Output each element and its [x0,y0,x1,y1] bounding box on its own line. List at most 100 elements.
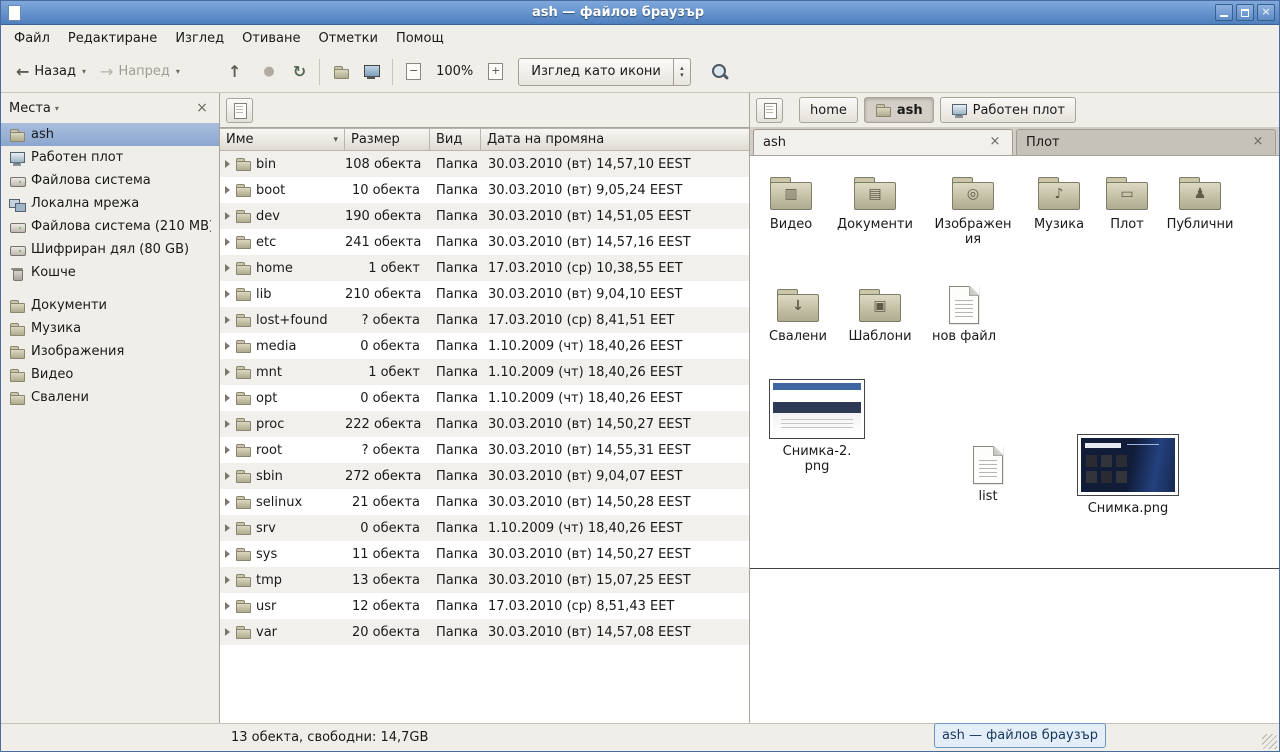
up-button[interactable]: ↑ [221,59,248,85]
file-item[interactable]: Плот [1087,174,1167,232]
table-row[interactable]: tmp13 обектаПапка30.03.2010 (вт) 15,07,2… [220,567,749,593]
computer-button[interactable] [356,59,386,85]
sidebar-item[interactable]: Изображения [1,340,219,363]
column-header[interactable]: Име▾ [220,128,345,151]
table-row[interactable]: dev190 обектаПапка30.03.2010 (вт) 14,51,… [220,203,749,229]
expander-icon[interactable] [225,160,230,168]
forward-dropdown-icon[interactable]: ▾ [176,67,180,76]
expander-icon[interactable] [225,264,230,272]
expander-icon[interactable] [225,368,230,376]
sidebar-close-icon[interactable]: × [193,100,211,116]
expander-icon[interactable] [225,576,230,584]
table-row[interactable]: mnt1 обектПапка1.10.2009 (чт) 18,40,26 E… [220,359,749,385]
sidebar-dropdown-icon[interactable]: ▾ [55,104,59,113]
table-row[interactable]: usr12 обектаПапка17.03.2010 (ср) 8,51,43… [220,593,749,619]
expander-icon[interactable] [225,342,230,350]
table-row[interactable]: opt0 обектаПапка1.10.2009 (чт) 18,40,26 … [220,385,749,411]
expander-icon[interactable] [225,186,230,194]
table-row[interactable]: root? обектаПапка30.03.2010 (вт) 14,55,3… [220,437,749,463]
menu-item[interactable]: Изглед [166,28,233,49]
file-item[interactable]: Снимка-1. png [832,568,936,723]
file-item[interactable]: Видео [751,174,831,232]
expander-icon[interactable] [225,420,230,428]
expander-icon[interactable] [225,446,230,454]
column-header[interactable]: Дата на промяна [481,128,749,151]
zoom-out-button[interactable]: − [399,58,428,85]
expander-icon[interactable] [225,602,230,610]
path-scroll-button[interactable] [756,98,783,123]
minimize-button[interactable] [1215,4,1233,21]
expander-icon[interactable] [225,212,230,220]
sidebar-item[interactable]: Свалени [1,386,219,409]
table-row[interactable]: bin108 обектаПапка30.03.2010 (вт) 14,57,… [220,151,749,177]
sidebar-item[interactable]: ash [1,123,219,146]
search-button[interactable] [705,57,735,87]
tab[interactable]: Плот× [1016,129,1276,155]
tab-close-icon[interactable]: × [1250,135,1266,151]
sidebar-item[interactable]: Локална мрежа [1,192,219,215]
expander-icon[interactable] [225,498,230,506]
file-item[interactable]: Публични [1160,174,1240,232]
file-item[interactable]: list [948,446,1028,504]
sidebar-item[interactable]: Видео [1,363,219,386]
table-row[interactable]: home1 обектПапка17.03.2010 (ср) 10,38,55… [220,255,749,281]
expander-icon[interactable] [225,238,230,246]
table-row[interactable]: lib210 обектаПапка30.03.2010 (вт) 9,04,1… [220,281,749,307]
file-item[interactable]: Снимка.png [1076,434,1180,516]
maximize-button[interactable] [1236,4,1254,21]
file-item[interactable]: Свалени [758,286,838,344]
expander-icon[interactable] [225,394,230,402]
file-item[interactable]: Документи [835,174,915,232]
zoom-in-button[interactable]: + [481,58,510,85]
table-row[interactable]: etc241 обектаПапка30.03.2010 (вт) 14,57,… [220,229,749,255]
sidebar-item[interactable]: Шифриран дял (80 GB) [1,238,219,261]
table-row[interactable]: boot10 обектаПапка30.03.2010 (вт) 9,05,2… [220,177,749,203]
menu-item[interactable]: Помощ [387,28,453,49]
table-row[interactable]: proc222 обектаПапка30.03.2010 (вт) 14,50… [220,411,749,437]
home-button[interactable] [326,59,356,85]
sidebar-item[interactable]: Файлова система (210 MB) [1,215,219,238]
sidebar-title[interactable]: Места [9,101,51,116]
tab[interactable]: ash× [753,129,1013,155]
expander-icon[interactable] [225,628,230,636]
menu-item[interactable]: Редактиране [59,28,166,49]
table-row[interactable]: sys11 обектаПапка30.03.2010 (вт) 14,50,2… [220,541,749,567]
file-item[interactable]: нов файл [924,286,1004,344]
sidebar-item[interactable]: Файлова система [1,169,219,192]
path-button[interactable]: ash [864,97,934,123]
table-row[interactable]: lost+found? обектаПапка17.03.2010 (ср) 8… [220,307,749,333]
titlebar[interactable]: ash — файлов браузър × [1,1,1279,25]
tab-close-icon[interactable]: × [987,135,1003,151]
back-button[interactable]: ← Назад ▾ [9,59,93,85]
sidebar-item[interactable]: Музика [1,317,219,340]
expander-icon[interactable] [225,550,230,558]
expander-icon[interactable] [225,290,230,298]
view-mode-select[interactable]: Изглед като икони ▴ ▾ [518,58,691,86]
sidebar-item[interactable]: Кошче [1,261,219,284]
expander-icon[interactable] [225,524,230,532]
view-mode-spinner-icon[interactable]: ▴ ▾ [673,59,690,85]
table-row[interactable]: sbin272 обектаПапка30.03.2010 (вт) 9,04,… [220,463,749,489]
icon-view[interactable]: ВидеоДокументиИзображен ияМузикаПлотПубл… [750,156,1279,723]
sidebar-item[interactable]: Работен плот [1,146,219,169]
column-header[interactable]: Размер [345,128,430,151]
taskbar-window-button[interactable]: ash — файлов браузър [934,723,1106,748]
root-location-button[interactable] [226,98,253,123]
table-row[interactable]: srv0 обектаПапка1.10.2009 (чт) 18,40,26 … [220,515,749,541]
file-item[interactable]: Снимка-2. png [765,379,869,475]
table-row[interactable]: selinux21 обектаПапка30.03.2010 (вт) 14,… [220,489,749,515]
back-dropdown-icon[interactable]: ▾ [82,67,86,76]
file-item[interactable]: Изображен ия [933,174,1013,248]
file-item[interactable]: Шаблони [840,286,920,344]
reload-button[interactable]: ↻ [286,59,313,85]
menu-item[interactable]: Отметки [309,28,386,49]
menu-item[interactable]: Отиване [233,28,309,49]
column-header[interactable]: Вид [430,128,481,151]
path-button[interactable]: Работен плот [940,97,1076,123]
close-button[interactable]: × [1257,4,1275,21]
path-button[interactable]: home [799,97,858,123]
forward-button[interactable]: → Напред ▾ [93,59,187,85]
menu-item[interactable]: Файл [5,28,59,49]
stop-button[interactable]: ● [256,59,281,85]
table-row[interactable]: var20 обектаПапка30.03.2010 (вт) 14,57,0… [220,619,749,645]
